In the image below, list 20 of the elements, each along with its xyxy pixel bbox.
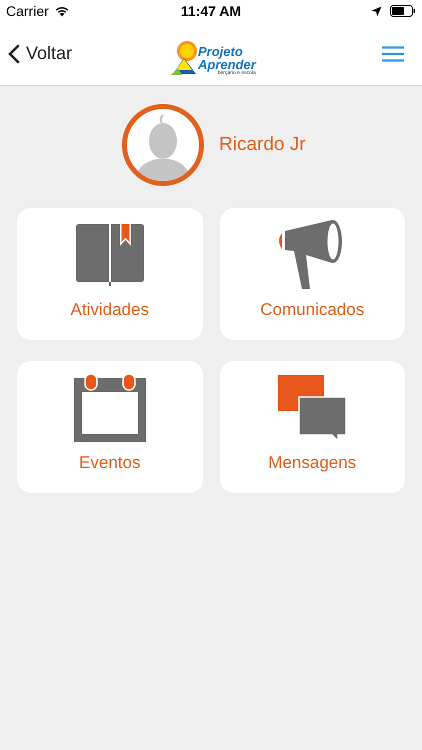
menu-tile[interactable]: Eventos (17, 361, 202, 493)
battery-icon (390, 5, 416, 17)
menu-icon (382, 46, 404, 62)
location-arrow-icon (371, 6, 382, 16)
profile-name: Ricardo Jr (219, 132, 306, 157)
logo-text: Aprender (198, 58, 256, 71)
calendar-icon (74, 374, 146, 442)
avatar-icon (121, 103, 205, 187)
book-icon (76, 224, 144, 286)
chat-bubbles-icon (278, 375, 346, 442)
wifi-icon (54, 5, 70, 17)
menu-tile[interactable]: Atividades (17, 208, 202, 340)
menu-tile[interactable]: Comunicados (220, 208, 405, 340)
menu-tile[interactable]: Mensagens (220, 361, 405, 493)
back-button[interactable]: Voltar (8, 40, 72, 67)
chevron-left-icon (8, 44, 20, 64)
logo-text: Projeto (198, 46, 244, 58)
clock-text: 11:47 AM (180, 2, 242, 20)
menu-button[interactable] (380, 44, 406, 64)
carrier-text: Carrier (6, 2, 49, 20)
